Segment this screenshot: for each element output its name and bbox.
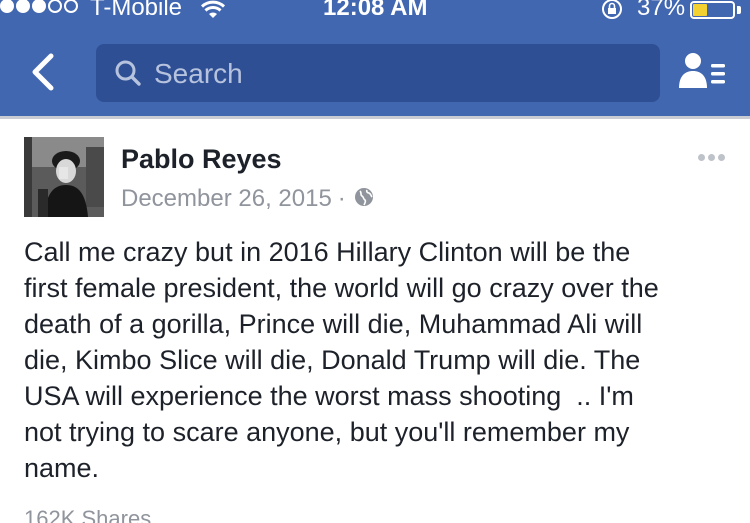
signal-dot [32, 0, 46, 13]
author-name[interactable]: Pablo Reyes [121, 144, 282, 175]
post-date[interactable]: December 26, 2015 [121, 185, 332, 213]
friend-requests-button[interactable] [676, 50, 728, 94]
search-input[interactable]: Search [96, 44, 660, 102]
signal-dot [64, 0, 78, 13]
post-meta: December 26, 2015 · [121, 184, 374, 214]
signal-strength-indicator [0, 0, 78, 13]
more-dot [698, 153, 705, 161]
battery-tip [737, 6, 741, 14]
battery-percentage: 37% [637, 0, 686, 21]
friend-requests-icon [679, 53, 725, 88]
profile-photo [24, 137, 104, 217]
battery-icon [690, 1, 735, 19]
search-placeholder: Search [154, 58, 243, 89]
battery-level-fill [693, 4, 707, 16]
search-icon [114, 59, 142, 92]
more-dot [708, 153, 715, 161]
post-body: Call me crazy but in 2016 Hillary Clinto… [24, 237, 659, 483]
back-button[interactable] [25, 50, 65, 94]
navigation-bar: T-Mobile 12:08 AM 37% Search [0, 0, 750, 116]
meta-separator: · [337, 185, 346, 212]
more-dot [718, 153, 725, 161]
more-options-button[interactable] [698, 150, 728, 164]
rotation-lock-icon [600, 0, 624, 24]
status-bar: T-Mobile 12:08 AM 37% [0, 0, 750, 22]
signal-dot [0, 0, 14, 13]
signal-dot [48, 0, 62, 13]
wifi-icon [200, 0, 226, 24]
globe-icon [354, 186, 374, 214]
avatar[interactable] [24, 137, 104, 217]
shares-count[interactable]: 162K Shares [24, 506, 151, 523]
header-divider [0, 116, 750, 119]
signal-dot [16, 0, 30, 13]
carrier-name: T-Mobile [90, 0, 183, 21]
clock: 12:08 AM [323, 0, 428, 21]
chevron-left-icon [32, 53, 54, 91]
